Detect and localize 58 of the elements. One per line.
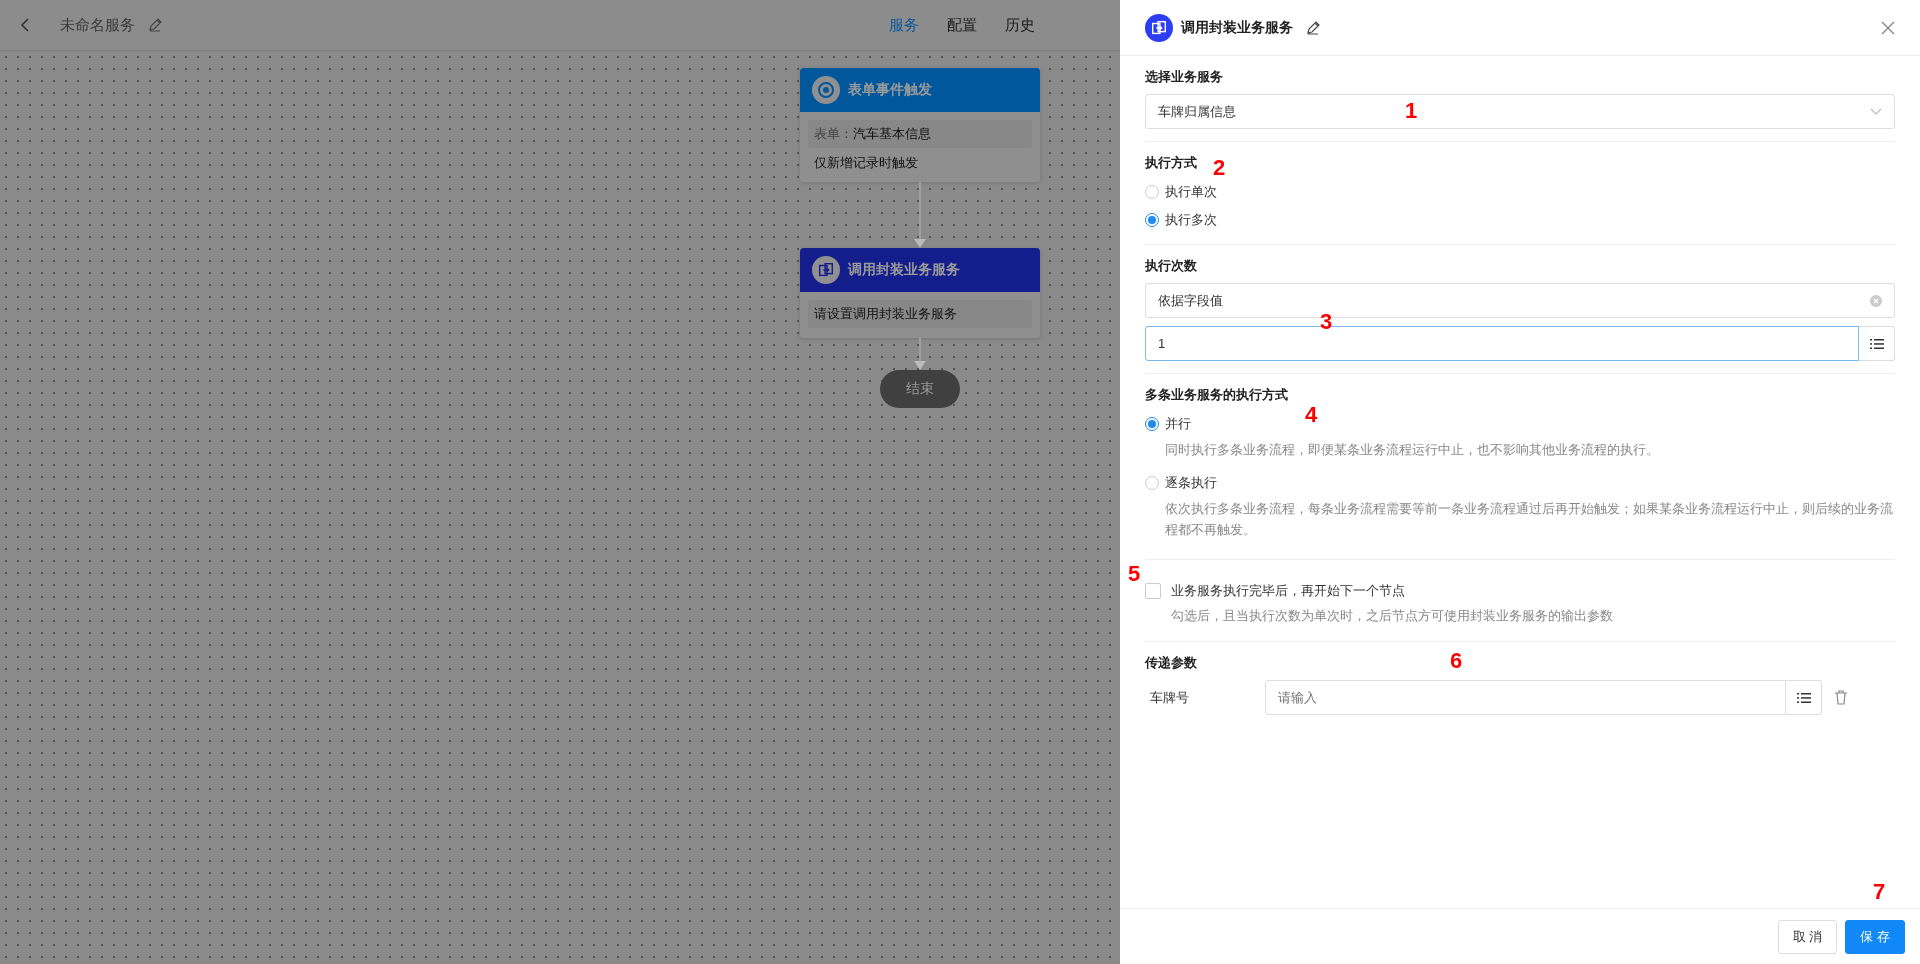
back-icon[interactable] xyxy=(20,17,30,33)
node-title: 表单事件触发 xyxy=(848,81,932,99)
radio-button[interactable] xyxy=(1145,185,1159,199)
connector-arrow xyxy=(914,182,926,248)
param-name: 车牌号 xyxy=(1150,688,1190,707)
edit-icon[interactable] xyxy=(1305,19,1321,36)
radio-button[interactable] xyxy=(1145,476,1159,490)
annotation-number: 2 xyxy=(1213,157,1226,179)
annotation-number: 6 xyxy=(1450,650,1463,672)
node-note: 仅新增记录时触发 xyxy=(813,154,919,172)
radio-label[interactable]: 并行 xyxy=(1165,415,1191,433)
panel-title: 调用封装业务服务 xyxy=(1181,18,1293,37)
target-icon xyxy=(817,81,835,99)
checkbox-label[interactable]: 业务服务执行完毕后，再开始下一个节点 xyxy=(1171,582,1405,600)
end-node[interactable]: 结束 xyxy=(880,370,960,408)
field-value: 汽车基本信息 xyxy=(853,126,931,141)
header-tab[interactable]: 历史 xyxy=(1005,15,1035,35)
field-label: 表单： xyxy=(814,126,853,141)
annotation-number: 4 xyxy=(1305,404,1318,426)
radio-label[interactable]: 执行多次 xyxy=(1165,211,1217,229)
annotation-number: 7 xyxy=(1873,881,1886,903)
flow-node[interactable]: 表单事件触发 表单：汽车基本信息 仅新增记录时触发 xyxy=(800,68,1040,182)
option-description: 同时执行多条业务流程，即便某条业务流程运行中止，也不影响其他业务流程的执行。 xyxy=(1164,442,1660,459)
select-value: 依据字段值 xyxy=(1158,291,1223,310)
checkbox-description: 勾选后，且当执行次数为单次时，之后节点方可使用封装业务服务的输出参数 xyxy=(1170,608,1614,625)
checkbox[interactable] xyxy=(1145,583,1161,599)
section-label: 执行次数 xyxy=(1145,257,1197,275)
close-icon[interactable] xyxy=(1881,20,1895,35)
list-icon xyxy=(1869,337,1884,350)
select-value: 车牌归属信息 xyxy=(1158,102,1236,121)
list-button[interactable] xyxy=(1786,680,1822,715)
section-label: 执行方式 xyxy=(1145,154,1197,172)
radio-button[interactable] xyxy=(1145,417,1159,431)
swap-icon xyxy=(1150,18,1168,37)
radio-label[interactable]: 执行单次 xyxy=(1165,183,1217,201)
cancel-button[interactable]: 取 消 xyxy=(1777,919,1838,954)
node-hint: 请设置调用封装业务服务 xyxy=(808,300,1032,328)
section-label: 传递参数 xyxy=(1145,654,1197,672)
annotation-number: 1 xyxy=(1405,100,1418,122)
option-description: 依次执行多条业务流程，每条业务流程需要等前一条业务流程通过后再开始触发；如果某条业务流程运行中止，则后续的业务流程都不再触发。 xyxy=(1164,501,1894,539)
section-label: 选择业务服务 xyxy=(1145,68,1223,86)
annotation-number: 5 xyxy=(1128,563,1141,585)
clear-icon xyxy=(1870,294,1882,307)
trash-icon[interactable] xyxy=(1834,690,1848,705)
param-input[interactable]: 请输入 xyxy=(1265,680,1786,715)
swap-icon xyxy=(817,261,835,279)
radio-label[interactable]: 逐条执行 xyxy=(1165,474,1217,492)
list-button[interactable] xyxy=(1859,326,1895,361)
flow-node[interactable]: 调用封装业务服务 请设置调用封装业务服务 xyxy=(800,248,1040,338)
list-icon xyxy=(1796,691,1811,704)
section-label: 多条业务服务的执行方式 xyxy=(1145,386,1288,404)
service-title: 未命名服务 xyxy=(60,15,135,35)
connector-arrow xyxy=(914,338,926,370)
node-title: 调用封装业务服务 xyxy=(848,261,960,279)
save-button[interactable]: 保 存 xyxy=(1845,919,1905,954)
chevron-down-icon xyxy=(1870,107,1882,116)
radio-button[interactable] xyxy=(1145,213,1159,227)
header-tab[interactable]: 配置 xyxy=(947,15,977,35)
